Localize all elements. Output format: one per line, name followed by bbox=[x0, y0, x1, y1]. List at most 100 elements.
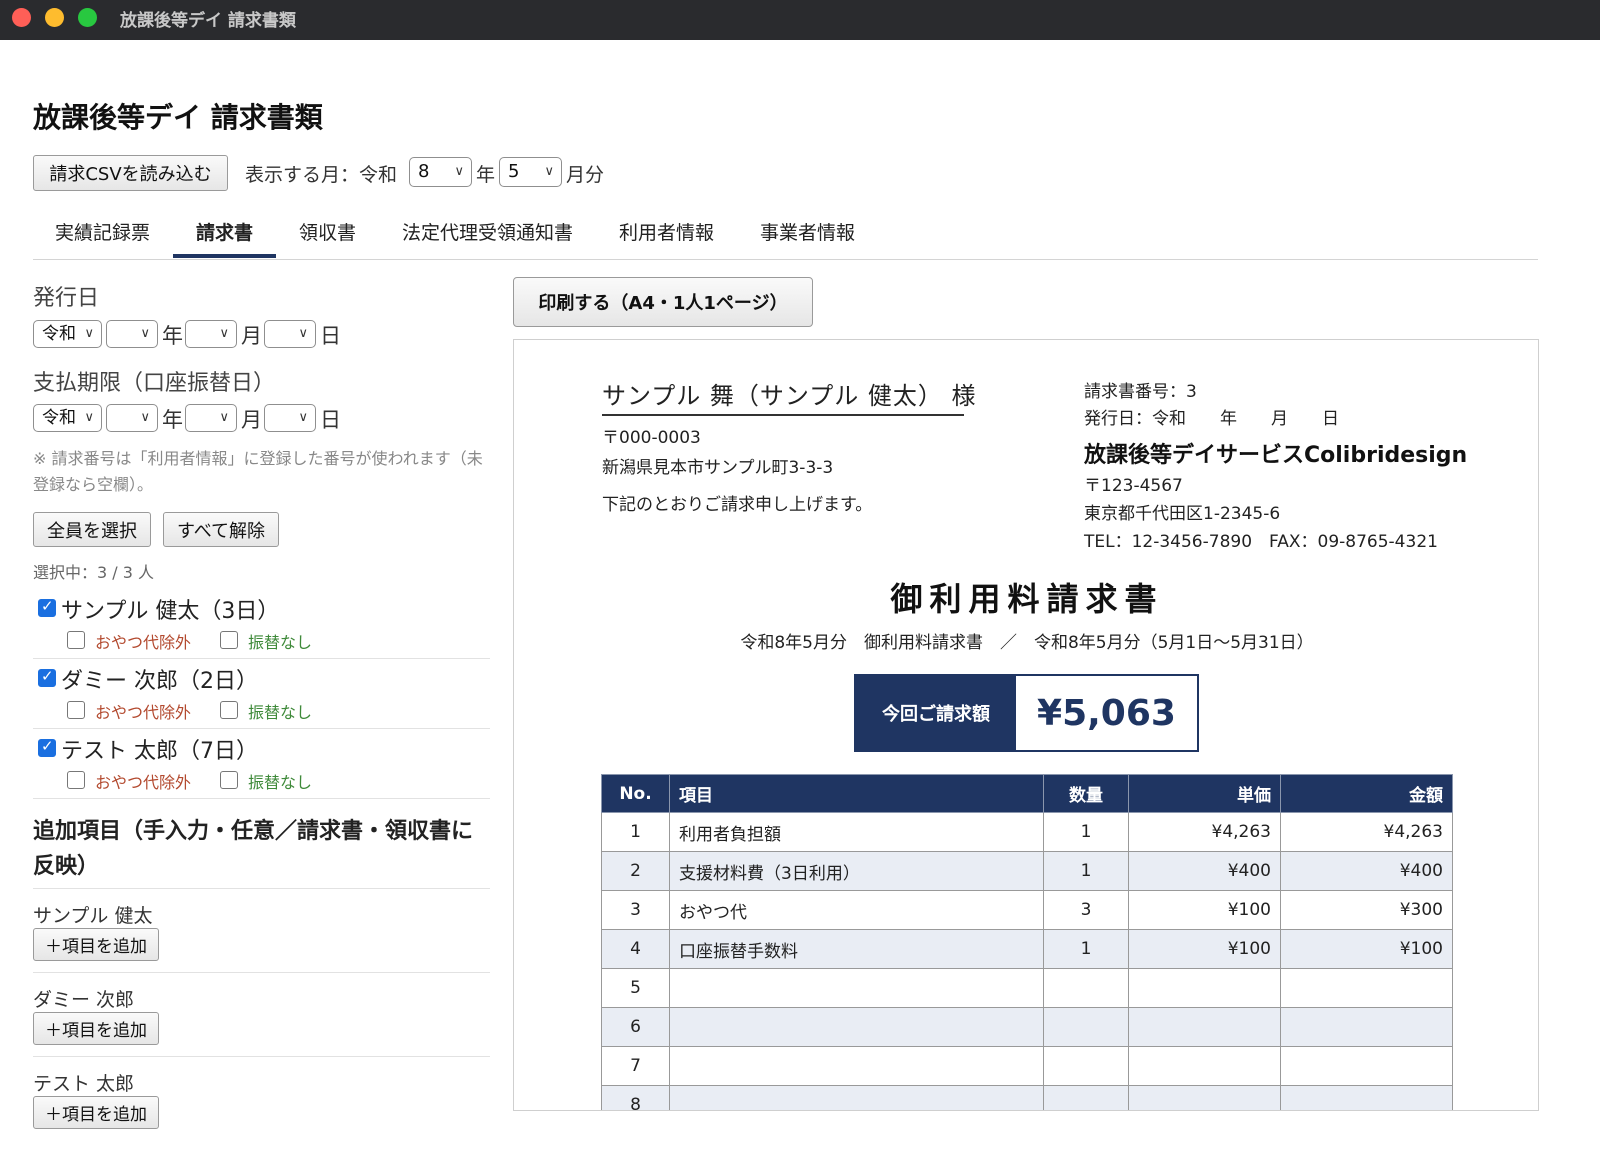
cell-qty: 1 bbox=[1043, 929, 1129, 969]
cell-amount: ¥4,263 bbox=[1280, 812, 1453, 852]
table-row: 1 利用者負担額 1 ¥4,263 ¥4,263 bbox=[601, 812, 1453, 852]
invoice-number: 請求書番号：3 bbox=[1084, 382, 1197, 402]
year-select-value: 8 bbox=[418, 161, 430, 182]
cell-amount: ¥300 bbox=[1280, 890, 1453, 930]
issue-era-value: 令和 bbox=[42, 324, 76, 344]
deselect-all-button[interactable]: すべて解除 bbox=[163, 512, 279, 547]
invoice-items-table: No. 項目 数量 単価 金額 1 利用者負担額 1 ¥4,263 ¥4,263… bbox=[601, 774, 1453, 1110]
month-select[interactable]: 5 ∨ bbox=[499, 157, 562, 187]
tab-business-info[interactable]: 事業者情報 bbox=[760, 218, 855, 245]
issue-day-select[interactable]: ∨ bbox=[264, 320, 316, 348]
col-header-qty: 数量 bbox=[1043, 774, 1129, 813]
recipient-underline bbox=[602, 414, 964, 416]
table-row: 2 支援材料費（3日利用） 1 ¥400 ¥400 bbox=[601, 851, 1453, 891]
year-select[interactable]: 8 ∨ bbox=[409, 157, 472, 187]
cell-unit-price bbox=[1128, 1007, 1281, 1047]
load-csv-button[interactable]: 請求CSVを読み込む bbox=[33, 155, 228, 191]
invoice-subtitle: 令和8年5月分 御利用料請求書 ／ 令和8年5月分（5月1日〜5月31日） bbox=[740, 633, 1314, 653]
table-row: 3 おやつ代 3 ¥100 ¥300 bbox=[601, 890, 1453, 930]
table-row: 6 bbox=[601, 1007, 1453, 1047]
cell-qty: 3 bbox=[1043, 890, 1129, 930]
issue-month-select[interactable]: ∨ bbox=[185, 320, 237, 348]
table-header-row: No. 項目 数量 単価 金額 bbox=[601, 774, 1453, 813]
cell-item: 支援材料費（3日利用） bbox=[669, 851, 1044, 891]
add-item-button[interactable]: ＋項目を追加 bbox=[33, 928, 159, 961]
close-window-button[interactable] bbox=[12, 8, 31, 27]
add-item-button[interactable]: ＋項目を追加 bbox=[33, 1012, 159, 1045]
zoom-window-button[interactable] bbox=[78, 8, 97, 27]
month-select-value: 5 bbox=[508, 161, 520, 182]
cell-no: 3 bbox=[601, 890, 670, 930]
page-title: 放課後等デイ 請求書類 bbox=[33, 101, 323, 134]
minimize-window-button[interactable] bbox=[45, 8, 64, 27]
snack-exclude-checkbox[interactable] bbox=[67, 701, 85, 719]
recipient-address: 新潟県見本市サンプル町3-3-3 bbox=[602, 458, 834, 478]
active-tab-indicator bbox=[173, 254, 276, 258]
cell-unit-price bbox=[1128, 1085, 1281, 1110]
snack-exclude-checkbox[interactable] bbox=[67, 631, 85, 649]
issuer-name: 放課後等デイサービスColibridesign bbox=[1084, 443, 1468, 468]
due-month-unit: 月 bbox=[241, 408, 262, 432]
cell-no: 8 bbox=[601, 1085, 670, 1110]
cell-unit-price: ¥100 bbox=[1128, 929, 1281, 969]
tab-legal-proxy-notice[interactable]: 法定代理受領通知書 bbox=[402, 218, 573, 245]
issue-month-unit: 月 bbox=[241, 324, 262, 348]
snack-exclude-label: おやつ代除外 bbox=[95, 633, 192, 652]
due-year-select[interactable]: ∨ bbox=[106, 404, 158, 432]
cell-unit-price: ¥4,263 bbox=[1128, 812, 1281, 852]
chevron-down-icon: ∨ bbox=[544, 164, 554, 179]
table-row: 5 bbox=[601, 968, 1453, 1008]
cell-amount bbox=[1280, 1046, 1453, 1086]
person-name: サンプル 健太（3日） bbox=[61, 599, 280, 624]
invoice-recipient: サンプル 舞（サンプル 健太） 様 bbox=[602, 382, 977, 410]
cell-item bbox=[669, 1007, 1044, 1047]
issue-year-select[interactable]: ∨ bbox=[106, 320, 158, 348]
no-transfer-checkbox[interactable] bbox=[220, 701, 238, 719]
table-row: 7 bbox=[601, 1046, 1453, 1086]
col-header-unit-price: 単価 bbox=[1128, 774, 1281, 813]
issue-era-select[interactable]: 令和 ∨ bbox=[33, 320, 102, 348]
tab-performance-record[interactable]: 実績記録票 bbox=[55, 218, 150, 245]
print-button[interactable]: 印刷する（A4・1人1ページ） bbox=[513, 277, 813, 327]
select-all-button[interactable]: 全員を選択 bbox=[33, 512, 151, 547]
cell-qty bbox=[1043, 1007, 1129, 1047]
total-amount-box: 今回ご請求額 ¥5,063 bbox=[854, 674, 1199, 752]
invoice-issue-date: 発行日：令和 年 月 日 bbox=[1084, 409, 1339, 429]
due-date-label: 支払期限（口座振替日） bbox=[33, 371, 276, 396]
issue-date-label: 発行日 bbox=[33, 286, 100, 311]
month-suffix-label: 月分 bbox=[566, 164, 605, 186]
cell-unit-price: ¥400 bbox=[1128, 851, 1281, 891]
due-day-select[interactable]: ∨ bbox=[264, 404, 316, 432]
no-transfer-label: 振替なし bbox=[248, 773, 313, 792]
cell-amount: ¥400 bbox=[1280, 851, 1453, 891]
display-month-label: 表示する月：令和 bbox=[245, 164, 398, 186]
person-checkbox[interactable] bbox=[38, 737, 56, 757]
chevron-down-icon: ∨ bbox=[84, 326, 94, 341]
no-transfer-label: 振替なし bbox=[248, 703, 313, 722]
chevron-down-icon: ∨ bbox=[298, 410, 308, 425]
person-item: サンプル 健太（3日） おやつ代除外 振替なし bbox=[33, 589, 490, 659]
cell-qty: 1 bbox=[1043, 851, 1129, 891]
invoice-preview: サンプル 舞（サンプル 健太） 様 〒000-0003 新潟県見本市サンプル町3… bbox=[513, 339, 1539, 1111]
additional-user-block: ダミー 次郎 ＋項目を追加 bbox=[33, 972, 490, 1056]
person-checkbox[interactable] bbox=[38, 667, 56, 687]
tab-receipt[interactable]: 領収書 bbox=[299, 218, 356, 245]
due-era-value: 令和 bbox=[42, 408, 76, 428]
col-header-no: No. bbox=[601, 774, 670, 813]
add-item-button[interactable]: ＋項目を追加 bbox=[33, 1096, 159, 1129]
no-transfer-checkbox[interactable] bbox=[220, 771, 238, 789]
tab-user-info[interactable]: 利用者情報 bbox=[619, 218, 714, 245]
person-checkbox[interactable] bbox=[38, 597, 56, 617]
tab-invoice[interactable]: 請求書 bbox=[196, 218, 253, 245]
window-title: 放課後等デイ 請求書類 bbox=[120, 11, 296, 31]
cell-qty bbox=[1043, 968, 1129, 1008]
cell-no: 1 bbox=[601, 812, 670, 852]
snack-exclude-checkbox[interactable] bbox=[67, 771, 85, 789]
due-era-select[interactable]: 令和 ∨ bbox=[33, 404, 102, 432]
due-year-unit: 年 bbox=[162, 408, 183, 432]
recipient-postal: 〒000-0003 bbox=[602, 428, 701, 448]
cell-qty bbox=[1043, 1046, 1129, 1086]
due-month-select[interactable]: ∨ bbox=[185, 404, 237, 432]
no-transfer-checkbox[interactable] bbox=[220, 631, 238, 649]
chevron-down-icon: ∨ bbox=[298, 326, 308, 341]
